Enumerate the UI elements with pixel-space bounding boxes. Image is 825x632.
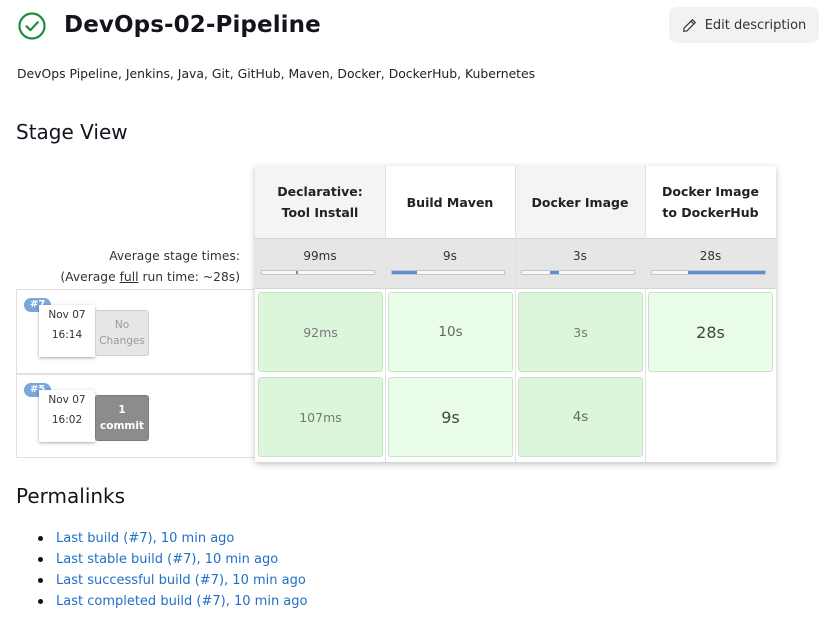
stage-average-docker-image-to-dockerhub: 28s xyxy=(645,238,776,289)
permalinks-title: Permalinks xyxy=(16,484,126,508)
stage-cell-success[interactable]: 107ms xyxy=(258,377,383,457)
average-time-bar-fill xyxy=(392,271,417,274)
list-item: Last build (#7), 10 min ago xyxy=(36,528,307,549)
stage-cell-success[interactable]: 4s xyxy=(518,377,643,457)
edit-description-button[interactable]: Edit description xyxy=(669,7,819,43)
list-item: Last stable build (#7), 10 min ago xyxy=(36,549,307,570)
list-item: Last completed build (#7), 10 min ago xyxy=(36,591,307,612)
permalink-last-successful-build[interactable]: Last successful build (#7), 10 min ago xyxy=(56,573,306,588)
column-divider xyxy=(385,166,386,462)
permalink-last-stable-build[interactable]: Last stable build (#7), 10 min ago xyxy=(56,552,278,567)
changes-box-no-changes[interactable]: No Changes xyxy=(95,310,149,356)
full-run-time-link[interactable]: full xyxy=(120,270,139,284)
average-time-bar xyxy=(651,270,766,275)
average-time-bar-fill xyxy=(295,271,298,274)
average-stage-times-label: Average stage times: (Average full run t… xyxy=(60,249,240,284)
edit-description-label: Edit description xyxy=(704,17,807,33)
average-time-bar-fill xyxy=(688,271,765,274)
pencil-icon xyxy=(682,18,696,32)
success-check-circle-icon xyxy=(18,12,46,40)
build-date-time: Nov 07 16:02 xyxy=(39,390,95,442)
column-divider xyxy=(645,166,646,462)
column-divider xyxy=(515,166,516,462)
stage-cell-success[interactable]: 92ms xyxy=(258,292,383,372)
average-time-bar xyxy=(261,270,375,275)
stage-header-tool-install: Declarative: Tool Install xyxy=(255,166,385,238)
stage-cell-success[interactable]: 3s xyxy=(518,292,643,372)
stage-average-tool-install: 99ms xyxy=(255,238,385,289)
stage-header-build-maven: Build Maven xyxy=(406,194,494,210)
permalink-last-build[interactable]: Last build (#7), 10 min ago xyxy=(56,531,234,546)
changes-box-commit[interactable]: 1 commit xyxy=(95,395,149,441)
stage-cell-success[interactable]: 28s xyxy=(648,292,773,372)
average-time-bar xyxy=(521,270,635,275)
permalink-last-completed-build[interactable]: Last completed build (#7), 10 min ago xyxy=(56,594,307,609)
build-date-time: Nov 07 16:14 xyxy=(39,305,95,357)
average-time-bar xyxy=(391,270,505,275)
stage-header-docker-image-to-dockerhub: Docker Image to DockerHub xyxy=(662,184,759,220)
average-time-bar-fill xyxy=(550,271,559,274)
job-description: DevOps Pipeline, Jenkins, Java, Git, Git… xyxy=(17,66,536,81)
page-title: DevOps-02-Pipeline xyxy=(64,12,321,38)
stage-view-title: Stage View xyxy=(16,120,128,144)
stage-average-build-maven: 9s xyxy=(385,238,515,289)
list-item: Last successful build (#7), 10 min ago xyxy=(36,570,307,591)
stage-cell-success[interactable]: 10s xyxy=(388,292,513,372)
stage-header-docker-image: Docker Image xyxy=(515,166,645,238)
stage-cell-success[interactable]: 9s xyxy=(388,377,513,457)
permalinks-list: Last build (#7), 10 min ago Last stable … xyxy=(36,528,307,612)
stage-average-docker-image: 3s xyxy=(515,238,645,289)
